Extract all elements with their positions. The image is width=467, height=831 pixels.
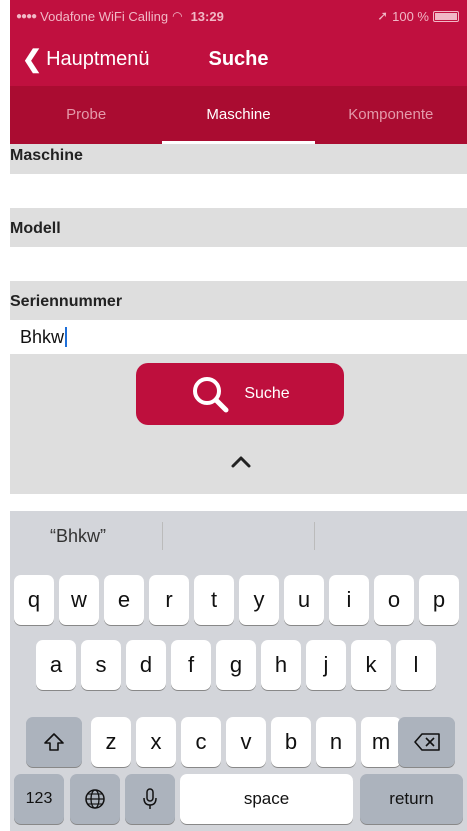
search-button[interactable]: Suche [136,363,344,425]
key-c[interactable]: c [181,717,221,767]
key-w[interactable]: w [59,575,99,625]
key-a[interactable]: a [36,640,76,690]
key-e[interactable]: e [104,575,144,625]
suggestion-1[interactable]: “Bhkw” [10,526,162,547]
maschine-label: Maschine [10,147,83,164]
globe-key[interactable] [70,774,120,824]
globe-icon [85,789,105,809]
tab-maschine[interactable]: Maschine [162,86,315,144]
backspace-key[interactable] [398,717,455,767]
key-j[interactable]: j [306,640,346,690]
space-key[interactable]: space [180,774,353,824]
wifi-icon: ◠ [172,9,183,23]
key-y[interactable]: y [239,575,279,625]
key-d[interactable]: d [126,640,166,690]
magnifier-icon [193,377,229,413]
key-b[interactable]: b [271,717,311,767]
key-p[interactable]: p [419,575,459,625]
text-cursor [65,327,68,347]
key-u[interactable]: u [284,575,324,625]
status-bar: ●●●● Vodafone WiFi Calling ◠ 13:29 ➚ 100… [10,0,467,32]
tab-probe[interactable]: Probe [10,86,162,144]
key-m[interactable]: m [361,717,401,767]
shift-icon [44,733,64,751]
chevron-up-icon[interactable] [224,449,258,473]
tab-bar: Probe Maschine Komponente [10,86,467,144]
back-button[interactable]: ❮ Hauptmenü [22,32,150,86]
signal-icon: ●●●● [16,10,37,22]
key-g[interactable]: g [216,640,256,690]
search-form: Maschine Modell Seriennummer Bhkw Suche [10,144,467,494]
microphone-icon [143,788,157,809]
suggestion-divider [314,522,316,550]
key-t[interactable]: t [194,575,234,625]
key-z[interactable]: z [91,717,131,767]
keyboard-separator [10,494,467,511]
key-h[interactable]: h [261,640,301,690]
shift-key[interactable] [26,717,82,767]
chevron-left-icon: ❮ [22,45,43,73]
return-key[interactable]: return [360,774,463,824]
battery-percent: 100 % [392,8,429,24]
navigation-bar: ❮ Hauptmenü Suche [10,32,467,86]
microphone-key[interactable] [125,774,175,824]
key-k[interactable]: k [351,640,391,690]
location-arrow-icon: ➚ [377,8,389,23]
carrier-label: Vodafone WiFi Calling [40,8,169,24]
key-n[interactable]: n [316,717,356,767]
keyboard: “Bhkw” qwertyuiop asdfghjkl zxcvbnm 123 sp… [10,511,467,831]
numbers-key[interactable]: 123 [14,774,64,824]
suggestion-divider [161,522,163,550]
key-x[interactable]: x [136,717,176,767]
modell-label: Modell [10,220,61,237]
maschine-input[interactable] [10,174,467,208]
back-label: Hauptmenü [46,47,150,70]
seriennummer-label: Seriennummer [10,293,123,310]
key-o[interactable]: o [374,575,414,625]
key-f[interactable]: f [171,640,211,690]
key-v[interactable]: v [226,717,266,767]
seriennummer-value: Bhkw [20,326,65,347]
key-s[interactable]: s [81,640,121,690]
key-l[interactable]: l [396,640,436,690]
key-i[interactable]: i [329,575,369,625]
status-time: 13:29 [190,8,224,24]
modell-input[interactable] [10,247,467,281]
seriennummer-input[interactable]: Bhkw [10,320,467,354]
key-q[interactable]: q [14,575,54,625]
status-right: ➚ 100 % [377,8,459,24]
backspace-icon [413,733,440,751]
key-r[interactable]: r [149,575,189,625]
suggestion-bar: “Bhkw” [10,511,467,561]
search-button-label: Suche [244,385,290,402]
tab-komponente[interactable]: Komponente [315,86,467,144]
battery-icon [433,10,459,22]
